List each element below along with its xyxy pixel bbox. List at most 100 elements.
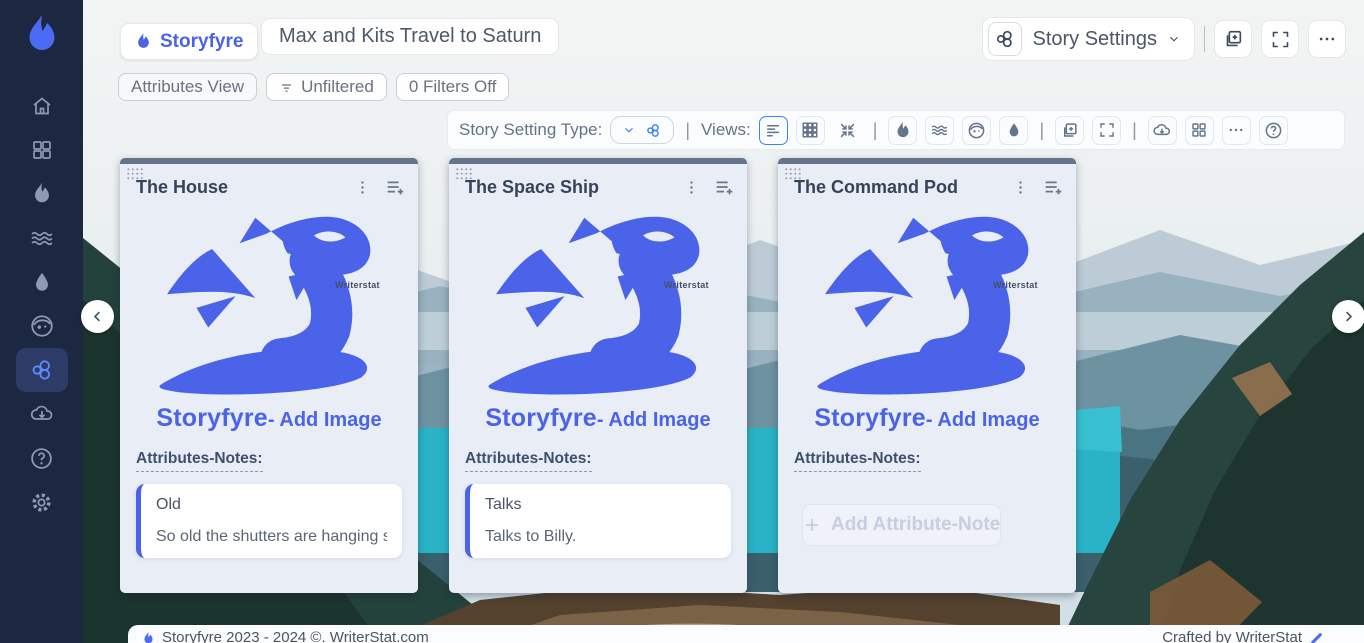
kebab-menu-icon[interactable] (354, 179, 371, 196)
attributes-notes-label[interactable]: Attributes-Notes: (136, 450, 263, 472)
drag-handle[interactable] (784, 167, 802, 181)
filter-icon (279, 80, 294, 95)
help-icon (1264, 121, 1283, 140)
add-image-caption[interactable]: Storyfyre- Add Image (778, 404, 1076, 433)
settings-dropdown-label: Story Settings (1032, 28, 1157, 51)
fullscreen-button[interactable] (1261, 20, 1299, 58)
kebab-menu-icon[interactable] (683, 179, 700, 196)
attributes-notes-label[interactable]: Attributes-Notes: (465, 450, 592, 472)
waves-view-button[interactable] (925, 116, 954, 145)
add-image-placeholder[interactable]: Writerstat (797, 206, 1057, 402)
pencil-icon[interactable] (1309, 631, 1324, 643)
type-selector[interactable] (610, 116, 674, 144)
duplicate-plus-icon (1060, 121, 1079, 140)
filters-count-pill[interactable]: 0 Filters Off (396, 73, 510, 101)
list-view-button[interactable] (759, 116, 788, 145)
card-title: The Space Ship (465, 177, 683, 198)
divider (1204, 26, 1205, 52)
cloud-download-view-button[interactable] (1148, 116, 1177, 145)
blocks-grid-icon (1190, 121, 1208, 139)
list-view-icon (764, 121, 783, 140)
drag-handle[interactable] (455, 167, 473, 181)
sidebar-item-dashboard[interactable] (16, 128, 68, 172)
view-status-row: Attributes View Unfiltered 0 Filters Off (118, 73, 509, 101)
sidebar-item-cloud-download[interactable] (16, 392, 68, 436)
sidebar-item-home[interactable] (16, 84, 68, 128)
logo-label: Storyfyre (160, 31, 243, 53)
add-image-placeholder[interactable]: Writerstat (139, 206, 399, 402)
character-face-icon (29, 313, 55, 339)
story-settings-molecule-icon (29, 357, 55, 383)
divider: | (682, 120, 693, 141)
add-attribute-note-button[interactable]: Add Attribute-Note (802, 504, 1001, 546)
card-the-space-ship[interactable]: The Space Ship Writerstat Storyfyre- Add… (449, 158, 747, 593)
add-to-list-icon[interactable] (713, 176, 735, 198)
sidebar (0, 0, 83, 643)
duplicate-plus-icon (1222, 28, 1244, 50)
story-setting-cards: The House Writerstat Storyfyre- Add Imag… (120, 158, 1076, 593)
drop-view-button[interactable] (999, 116, 1028, 145)
sidebar-item-character[interactable] (16, 304, 68, 348)
credit-text: Crafted by WriterStat (1162, 627, 1302, 643)
view-mode-pill[interactable]: Attributes View (118, 73, 257, 101)
sidebar-item-help[interactable] (16, 436, 68, 480)
carousel-prev-button[interactable] (81, 300, 114, 333)
storyfyre-home-button[interactable]: Storyfyre (120, 23, 258, 60)
watermark: Writerstat (335, 280, 380, 290)
fullscreen-view-button[interactable] (1092, 116, 1121, 145)
cloud-download-icon (29, 402, 55, 426)
attributes-notes-label[interactable]: Attributes-Notes: (794, 450, 921, 472)
divider: | (1036, 120, 1047, 141)
storyfyre-flame-icon (22, 13, 62, 57)
attribute-note[interactable]: Old So old the shutters are hanging si (136, 484, 402, 558)
gear-icon (29, 490, 54, 515)
storyfyre-logo[interactable] (22, 13, 62, 62)
duplicate-button[interactable] (1214, 20, 1252, 58)
blocks-view-button[interactable] (1185, 116, 1214, 145)
grid-view-icon (801, 121, 819, 139)
sidebar-item-drop[interactable] (16, 260, 68, 304)
more-options-button[interactable] (1308, 20, 1346, 58)
type-label: Story Setting Type: (459, 120, 602, 140)
character-face-icon (967, 121, 986, 140)
card-the-command-pod[interactable]: The Command Pod Writerstat Storyfyre- Ad… (778, 158, 1076, 593)
card-the-house[interactable]: The House Writerstat Storyfyre- Add Imag… (120, 158, 418, 593)
add-image-caption[interactable]: Storyfyre- Add Image (449, 404, 747, 433)
flame-icon (135, 32, 152, 51)
chevron-down-icon (622, 123, 636, 137)
grid-view-button[interactable] (796, 116, 825, 145)
kebab-menu-icon[interactable] (1012, 179, 1029, 196)
flame-icon (30, 182, 54, 206)
add-to-list-icon[interactable] (384, 176, 406, 198)
home-icon (30, 94, 54, 118)
water-drop-icon (1006, 121, 1022, 139)
cloud-download-icon (1152, 121, 1172, 140)
attribute-note[interactable]: Talks Talks to Billy. (465, 484, 731, 558)
flame-view-button[interactable] (888, 116, 917, 145)
duplicate-view-button[interactable] (1055, 116, 1084, 145)
add-to-list-icon[interactable] (1042, 176, 1064, 198)
carousel-next-button[interactable] (1332, 300, 1364, 333)
help-view-button[interactable] (1259, 116, 1288, 145)
more-views-button[interactable] (1222, 116, 1251, 145)
dashboard-grid-icon (30, 138, 54, 162)
story-settings-molecule-icon (645, 122, 662, 139)
sidebar-item-flame[interactable] (16, 172, 68, 216)
story-settings-molecule-icon (994, 28, 1016, 50)
ellipsis-icon (1227, 121, 1245, 139)
character-view-button[interactable] (962, 116, 991, 145)
molecule-iconbox (988, 22, 1022, 56)
chevron-left-icon (90, 309, 105, 324)
watermark: Writerstat (993, 280, 1038, 290)
sidebar-item-waves[interactable] (16, 216, 68, 260)
filter-state-pill[interactable]: Unfiltered (266, 73, 387, 101)
sidebar-item-story-settings[interactable] (16, 348, 68, 392)
add-image-caption[interactable]: Storyfyre- Add Image (120, 404, 418, 433)
drag-handle[interactable] (126, 167, 144, 181)
story-title[interactable]: Max and Kits Travel to Saturn (261, 18, 559, 55)
story-settings-dropdown[interactable]: Story Settings (982, 17, 1195, 61)
sidebar-item-settings[interactable] (16, 480, 68, 524)
collapse-view-button[interactable] (833, 116, 862, 145)
add-image-placeholder[interactable]: Writerstat (468, 206, 728, 402)
dragon-logo (139, 206, 399, 402)
